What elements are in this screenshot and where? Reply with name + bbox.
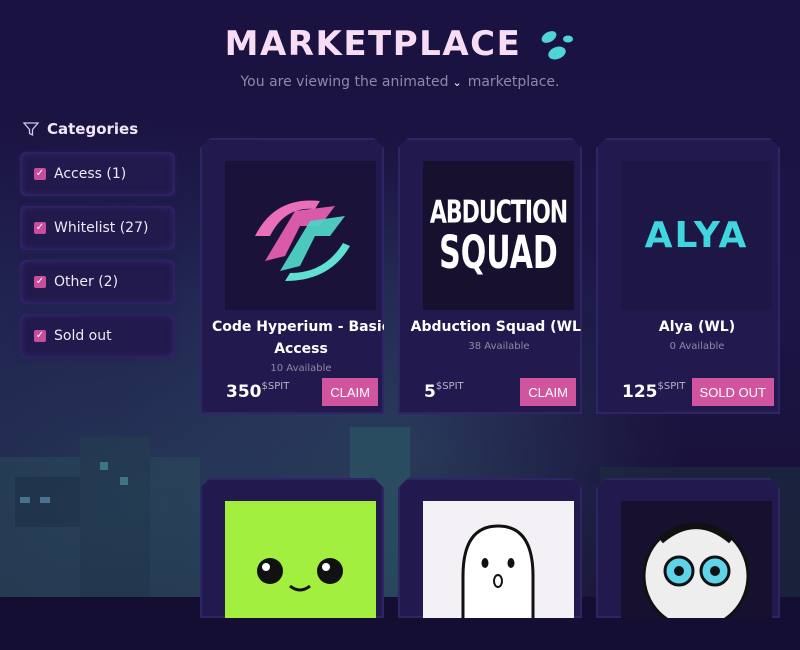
category-other[interactable]: ✓ Other (2) xyxy=(20,260,175,304)
claim-button[interactable]: CLAIM xyxy=(520,378,576,406)
product-card xyxy=(596,478,780,618)
checkbox-checked-icon[interactable]: ✓ xyxy=(34,276,46,288)
checkbox-checked-icon[interactable]: ✓ xyxy=(34,330,46,342)
marketplace-subtitle: You are viewing the animated ⌄ marketplace… xyxy=(0,74,800,90)
price-value: 350 xyxy=(226,382,262,402)
category-whitelist[interactable]: ✓ Whitelist (27) xyxy=(20,206,175,250)
category-sold-out[interactable]: ✓ Sold out xyxy=(20,314,175,358)
product-card: Code Hyperium - Basic Access 10 Availabl… xyxy=(200,138,384,414)
logo-text-line2: SQUAD xyxy=(439,226,558,280)
filter-icon xyxy=(23,121,39,136)
checkbox-checked-icon[interactable]: ✓ xyxy=(34,168,46,180)
availability: 0 Available xyxy=(669,341,725,352)
green-character-image xyxy=(225,501,376,618)
currency: $SPIT xyxy=(657,381,686,392)
ghost-character-image xyxy=(423,501,574,618)
price-value: 125 xyxy=(622,382,658,402)
page-title: MARKETPLACE xyxy=(224,24,522,64)
chevron-down-icon[interactable]: ⌄ xyxy=(452,76,461,89)
alya-logo: ALYA xyxy=(621,161,772,310)
skull-character-image xyxy=(621,501,772,618)
price: 125$SPIT xyxy=(622,381,685,402)
product-card: ABDUCTION SQUAD Abduction Squad (WL) 38 … xyxy=(398,138,582,414)
categories-heading: Categories xyxy=(20,120,175,138)
price-value: 5 xyxy=(424,382,436,402)
sold-out-button[interactable]: SOLD OUT xyxy=(691,378,774,406)
code-hyperium-logo xyxy=(225,161,376,310)
price: 350$SPIT xyxy=(226,381,289,402)
page-header: MARKETPLACE You are viewing the animated… xyxy=(0,24,800,90)
logo-text: ALYA xyxy=(644,215,749,256)
category-label: Other (2) xyxy=(54,274,119,290)
logo-text-line1: ABDUCTION xyxy=(429,195,568,231)
categories-heading-label: Categories xyxy=(47,120,139,138)
category-label: Access (1) xyxy=(54,166,127,182)
product-card xyxy=(200,478,384,618)
product-name: Abduction Squad (WL) xyxy=(410,319,588,335)
abduction-squad-logo: ABDUCTION SQUAD xyxy=(423,161,574,310)
category-label: Sold out xyxy=(54,328,112,344)
currency: $SPIT xyxy=(435,381,464,392)
subtitle-suffix: marketplace. xyxy=(467,74,560,90)
product-name: Alya (WL) xyxy=(658,319,736,335)
product-card xyxy=(398,478,582,618)
category-label: Whitelist (27) xyxy=(54,220,149,236)
price: 5$SPIT xyxy=(424,381,464,402)
product-name: Code Hyperium - Basic Access xyxy=(211,319,390,357)
availability: 10 Available xyxy=(270,363,332,374)
category-access[interactable]: ✓ Access (1) xyxy=(20,152,175,196)
claim-button[interactable]: CLAIM xyxy=(322,378,378,406)
availability: 38 Available xyxy=(468,341,530,352)
checkbox-checked-icon[interactable]: ✓ xyxy=(34,222,46,234)
categories-sidebar: Categories ✓ Access (1) ✓ Whitelist (27) ✓… xyxy=(20,120,175,368)
currency: $SPIT xyxy=(261,381,290,392)
spit-drops-icon xyxy=(541,31,574,60)
product-card: ALYA Alya (WL) 0 Available 125$SPIT SOLD… xyxy=(596,138,780,414)
subtitle-prefix: You are viewing the animated xyxy=(240,74,449,90)
